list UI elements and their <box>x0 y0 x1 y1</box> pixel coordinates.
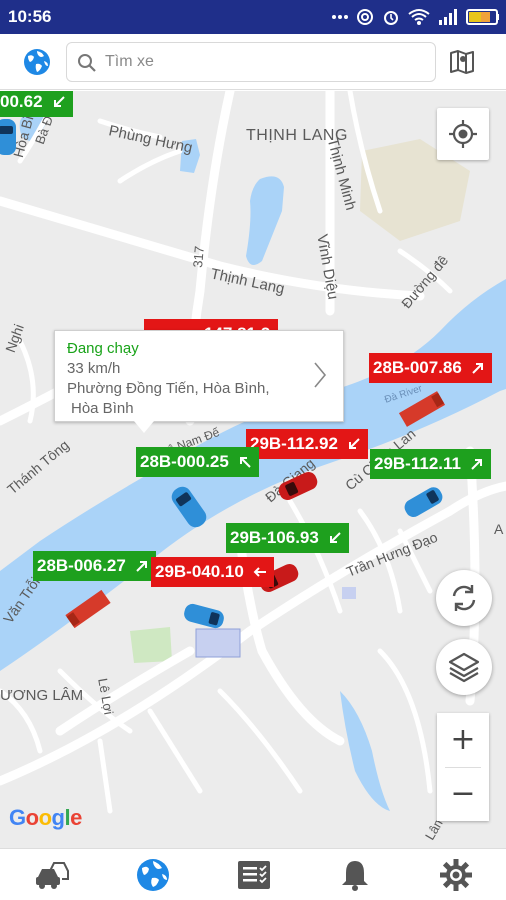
plate-number: 29B-040.10 <box>155 562 244 581</box>
arrow-up-left-icon <box>239 457 251 468</box>
vehicle-speed: 33 km/h <box>67 360 121 377</box>
vehicle-marker[interactable] <box>178 601 230 631</box>
plate-number: 28B-006.27 <box>37 556 126 575</box>
plate-number: 28B-000.25 <box>140 452 229 471</box>
chevron-right-icon[interactable] <box>313 361 327 389</box>
alarm-icon <box>384 11 398 25</box>
arrow-left-icon <box>253 567 266 577</box>
zoom-in-button[interactable]: + <box>437 713 489 767</box>
plate-number: 29B-112.92 <box>250 434 338 453</box>
map-label: ƯƠNG LÂM <box>0 687 84 704</box>
top-bar: Tìm xe <box>0 34 506 90</box>
vehicle-plate[interactable]: 29B-040.10 <box>151 557 274 587</box>
plate-number: 00.62 <box>0 92 43 111</box>
battery-icon <box>466 9 499 25</box>
arrow-up-right-icon <box>136 561 147 572</box>
vehicle-plate[interactable]: 00.62 <box>0 91 73 117</box>
crosshair-icon <box>449 120 477 148</box>
status-bar: 10:56 <box>0 0 506 34</box>
vehicle-plate[interactable]: 28B-006.27 <box>33 551 156 581</box>
arrow-down-left-icon <box>348 438 360 449</box>
more-dots-icon <box>332 15 348 19</box>
status-icons <box>332 6 500 28</box>
vehicle-marker[interactable] <box>398 485 450 521</box>
search-icon <box>78 54 96 72</box>
plate-number: 29B-112.11 <box>374 454 461 473</box>
vehicle-marker[interactable] <box>60 589 116 629</box>
vehicles-icon[interactable] <box>34 857 70 893</box>
vehicle-plate[interactable]: 29B-112.92 <box>246 429 368 459</box>
my-location-button[interactable] <box>437 108 489 160</box>
vehicle-plate[interactable]: 28B-007.86 <box>369 353 492 383</box>
refresh-button[interactable] <box>436 570 492 626</box>
vehicle-plate[interactable]: 28B-000.25 <box>136 447 259 477</box>
layers-icon <box>448 652 480 683</box>
vehicle-status: Đang chạy <box>67 340 139 357</box>
bottom-navigation <box>0 848 506 900</box>
globe-icon[interactable] <box>135 857 171 893</box>
status-time: 10:56 <box>8 7 52 26</box>
popup-pointer <box>134 421 154 433</box>
arrow-up-right-icon <box>471 459 482 470</box>
refresh-icon <box>452 585 476 611</box>
vehicle-plate[interactable]: 29B-106.93 <box>226 523 349 553</box>
app-screen: 10:56 Tìm xe Phùng Hưng THỊNH LANG Thịnh… <box>0 0 506 900</box>
map-mode-icon[interactable] <box>448 48 476 76</box>
map-label: A <box>494 521 504 537</box>
arrow-down-left-icon <box>53 96 65 107</box>
globe-icon[interactable] <box>22 47 52 77</box>
vehicle-marker[interactable] <box>0 117 18 157</box>
map-view[interactable]: Phùng Hưng THỊNH LANG Thịnh Minh Vĩnh Di… <box>0 91 506 848</box>
vehicle-plate[interactable]: 29B-112.11 <box>370 449 491 479</box>
zoom-controls: + − <box>437 713 489 821</box>
gear-icon[interactable] <box>438 857 474 893</box>
arrow-up-right-icon <box>472 363 483 374</box>
arrow-down-left-icon <box>329 532 341 543</box>
sync-status-icon <box>357 9 373 25</box>
vehicle-address: Phường Đồng Tiến, Hòa Bình, <box>67 380 270 397</box>
search-placeholder: Tìm xe <box>105 53 154 70</box>
zoom-out-button[interactable]: − <box>437 767 489 821</box>
google-logo: Google <box>9 805 82 830</box>
report-list-icon[interactable] <box>236 857 272 893</box>
signal-icon <box>439 9 457 25</box>
vehicle-address: Hòa Bình <box>71 400 134 417</box>
map-label: 317 <box>190 245 207 269</box>
bell-icon[interactable] <box>337 857 373 893</box>
search-input[interactable]: Tìm xe <box>66 42 436 82</box>
vehicle-marker[interactable] <box>394 391 450 427</box>
plate-number: 29B-106.93 <box>230 528 319 547</box>
vehicle-marker[interactable] <box>272 471 324 501</box>
wifi-icon <box>408 9 430 25</box>
layers-button[interactable] <box>436 639 492 695</box>
vehicle-marker[interactable] <box>168 481 210 533</box>
vehicle-info-popup[interactable]: Đang chạy 33 km/h Phường Đồng Tiến, Hòa … <box>54 330 344 422</box>
plate-number: 28B-007.86 <box>373 358 462 377</box>
